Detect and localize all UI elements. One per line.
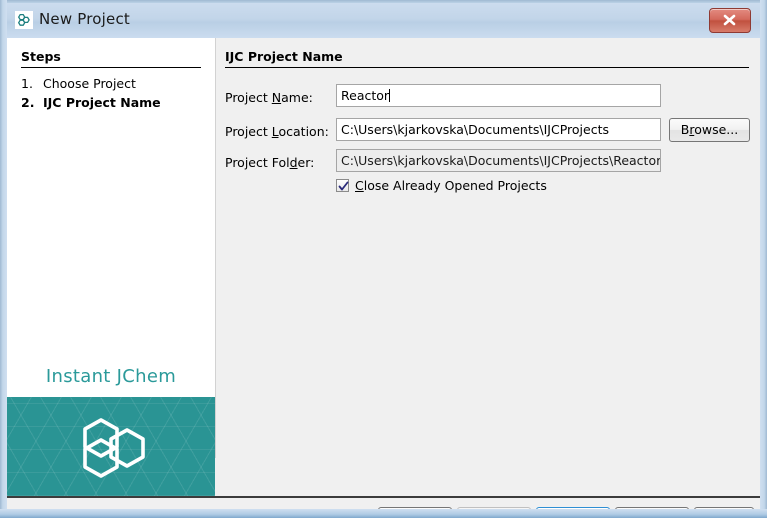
step-number: 1. [21, 76, 33, 91]
project-name-input[interactable]: Reactor [336, 84, 661, 107]
back-button[interactable]: < Back [378, 507, 452, 509]
title-bar[interactable]: New Project [7, 3, 760, 38]
steps-divider [21, 67, 201, 68]
page-title-divider [225, 67, 749, 68]
new-project-dialog-window: New Project Steps 1. Choose Project 2. I… [0, 0, 767, 518]
window-frame-right [760, 0, 767, 518]
help-button[interactable]: Help [694, 507, 754, 509]
close-opened-projects-label: Close Already Opened Projects [355, 178, 547, 193]
close-icon [723, 14, 736, 26]
dialog-button-bar: < Back Next > Finish Cancel Help [7, 498, 760, 509]
step-item-ijc-project-name[interactable]: 2. IJC Project Name [21, 95, 211, 110]
main-pane: IJC Project Name Project Name: Reactor P… [216, 38, 760, 458]
branding-panel [7, 397, 215, 496]
step-label: Choose Project [43, 76, 136, 91]
close-button[interactable] [709, 8, 751, 33]
dialog-client-area: Steps 1. Choose Project 2. IJC Project N… [7, 38, 760, 509]
jchem-hexagon-icon [15, 11, 33, 29]
finish-button[interactable]: Finish [536, 507, 610, 509]
project-name-label: Project Name: [225, 90, 313, 105]
browse-button[interactable]: Browse... [669, 118, 750, 142]
steps-header: Steps [21, 49, 61, 64]
project-folder-value: C:\Users\kjarkovska\Documents\IJCProject… [341, 153, 661, 168]
project-location-input[interactable]: C:\Users\kjarkovska\Documents\IJCProject… [336, 118, 661, 141]
project-folder-input: C:\Users\kjarkovska\Documents\IJCProject… [336, 149, 661, 172]
window-frame-bottom [0, 509, 767, 518]
window-title: New Project [39, 10, 131, 28]
check-icon [338, 181, 349, 191]
project-folder-label: Project Folder: [225, 155, 315, 170]
step-number: 2. [21, 95, 35, 110]
steps-panel: Steps 1. Choose Project 2. IJC Project N… [7, 38, 216, 458]
steps-list: 1. Choose Project 2. IJC Project Name [21, 76, 211, 114]
page-title: IJC Project Name [225, 49, 343, 64]
window-frame-left [0, 0, 7, 518]
project-location-label: Project Location: [225, 124, 329, 139]
project-location-value: C:\Users\kjarkovska\Documents\IJCProject… [341, 122, 609, 137]
project-name-value: Reactor [341, 88, 390, 103]
next-button: Next > [457, 507, 531, 509]
text-caret [389, 89, 391, 102]
hexagon-molecule-logo [71, 411, 151, 486]
step-label: IJC Project Name [43, 95, 161, 110]
product-name: Instant JChem [45, 366, 177, 387]
close-opened-projects-checkbox[interactable] [336, 179, 349, 192]
cancel-button[interactable]: Cancel [615, 507, 689, 509]
step-item-choose-project[interactable]: 1. Choose Project [21, 76, 211, 91]
close-opened-projects-row[interactable]: Close Already Opened Projects [336, 178, 547, 193]
